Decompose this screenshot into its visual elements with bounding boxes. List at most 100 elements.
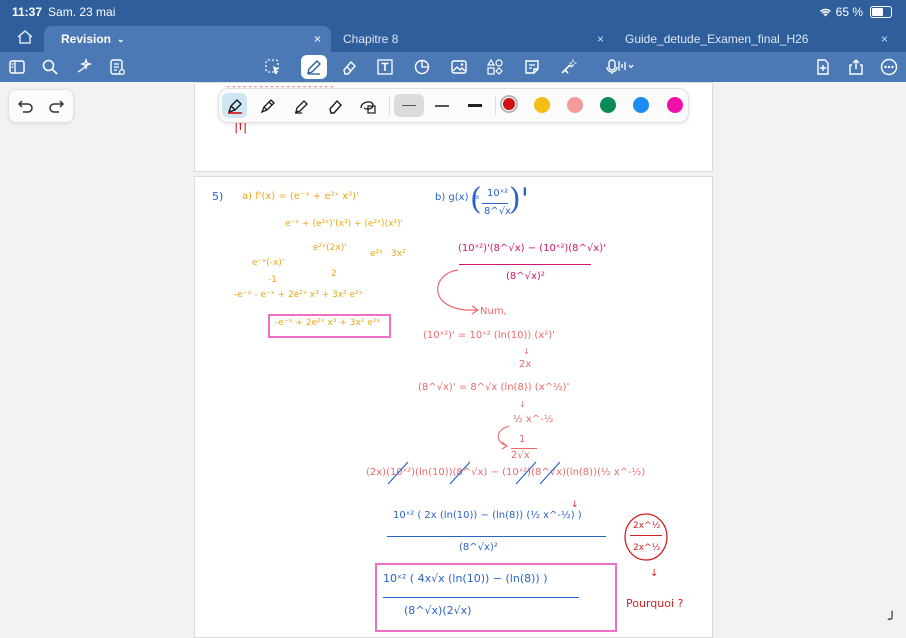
ink-deriv1-sub: 2x [519,359,532,370]
ink-quot-bar [459,264,591,266]
chevron-down-icon[interactable]: ⌄ [117,34,125,45]
tab-revision[interactable]: Revision ⌄ × [44,26,331,52]
ink-side-den: 2x^½ [633,543,661,553]
color-swatch-pink[interactable] [567,97,583,113]
battery-icon [870,6,892,18]
home-icon[interactable] [16,29,36,47]
ink-side-bar [630,535,662,537]
ink-a-2: 2 [331,269,337,279]
ink-side-num: 2x^½ [633,521,661,531]
laser-pointer-icon[interactable] [557,56,579,78]
redo-icon[interactable] [47,96,67,116]
ballpoint-pen-icon[interactable] [255,93,280,118]
status-time-date: 11:37 Sam. 23 mai [12,5,115,19]
ink-final-bar [383,597,579,599]
ink-arrow-down: ↓ [650,568,659,579]
pen-toolbar [218,88,689,123]
status-time: 11:37 [12,5,43,19]
text-tool-icon[interactable] [374,56,396,78]
ink-a-e2x: e²ˣ [370,249,384,259]
ink-deriv2: (8^√x)' = 8^√x (ln(8)) (x^½)' [418,382,570,393]
ink-arrow-curve [497,425,510,450]
close-icon[interactable]: × [881,32,888,46]
ink-cancel-strokes [387,461,561,485]
battery-fill [872,8,884,16]
tab-bar: Revision ⌄ × Chapitre 8 × Guide_detude_E… [0,24,906,52]
ink-b-paren-left: ( [470,182,482,217]
ink-fact-bar [387,536,606,538]
ink-side-question: Pourquoi ? [626,597,684,610]
status-bar: 11:37 Sam. 23 mai 65 % [0,0,906,24]
battery-percent: 65 % [835,5,863,19]
pen-toolbar-divider [495,96,496,115]
ink-a-line-sum: -e⁻ˣ - e⁻ˣ + 2e²ˣ x³ + 3x² e²ˣ [234,290,363,300]
color-swatch-red[interactable] [503,98,515,110]
tab-guide[interactable]: Guide_detude_Examen_final_H26 × [625,26,895,52]
scroll-indicator-icon: ╯ [888,612,897,628]
wifi-icon [819,8,831,17]
add-page-icon[interactable] [812,56,834,78]
ink-b-paren-right: )' [509,182,529,217]
tab-label-guide: Guide_detude_Examen_final_H26 [625,32,809,46]
status-date: Sam. 23 mai [48,5,116,19]
tab-label-chapitre: Chapitre 8 [343,32,399,46]
undo-redo-panel [8,89,74,123]
ink-arrow-num [437,269,480,315]
ink-quot-num: (10ˣ²)'(8^√x) − (10ˣ²)(8^√x)' [458,243,606,254]
color-swatch-yellow[interactable] [534,97,550,113]
ink-quot-den: (8^√x)² [506,271,545,282]
more-options-icon[interactable] [878,56,900,78]
ink-final-den: (8^√x)(2√x) [404,604,472,617]
lasso-select-icon[interactable] [355,93,380,118]
ink-arrow-down: ↓ [523,347,530,356]
pen-toolbar-divider [389,96,390,115]
highlighter-icon[interactable] [289,93,314,118]
ink-b-frac-den: 8^√x [484,206,512,217]
color-swatch-green[interactable] [600,97,616,113]
tab-chapitre-8[interactable]: Chapitre 8 × [343,26,613,52]
shapes-icon[interactable] [411,56,433,78]
ink-num-label: Num, [480,306,507,317]
ink-a-m1: -1 [268,275,277,285]
close-icon[interactable]: × [314,32,321,46]
ink-part-a: a) f'(x) = (e⁻ˣ + e²ˣ x³)' [242,191,359,202]
ink-b-frac-bar [482,203,508,205]
ai-sparkle-icon[interactable] [73,56,95,78]
image-icon[interactable] [448,56,470,78]
elements-icon[interactable] [484,56,506,78]
microphone-icon[interactable] [603,56,637,78]
document-settings-icon[interactable] [106,56,128,78]
ink-deriv2-sub: ½ x^-½ [513,414,554,425]
ink-a-result: -e⁻ˣ + 2e²ˣ x³ + 3x² e²ˣ [275,318,381,328]
ink-deriv1: (10ˣ²)' = 10ˣ² (ln(10)) (x²)' [423,330,555,341]
color-swatch-magenta[interactable] [667,97,683,113]
ink-fact-num: 10ˣ² ( 2x (ln(10)) − (ln(8)) (½ x^-½) ) [393,510,582,521]
eraser-tool-icon[interactable] [322,93,347,118]
status-right: 65 % [819,5,892,19]
ink-final-num: 10ˣ² ( 4x√x (ln(10)) − (ln(8)) ) [383,572,548,585]
fountain-pen-icon[interactable] [222,93,247,118]
ink-fact-den: (8^√x)² [459,542,498,553]
search-icon[interactable] [39,56,61,78]
thickness-thin[interactable] [394,94,424,117]
thickness-medium[interactable] [427,94,457,117]
ink-deriv2-sub2-num: 1 [519,434,526,445]
sidebar-icon[interactable] [6,56,28,78]
sticky-note-icon[interactable] [521,56,543,78]
undo-icon[interactable] [15,96,35,116]
ink-question-number: 5) [212,190,224,203]
ink-a-e2x2x: e²ˣ(2x)' [313,243,347,253]
share-icon[interactable] [845,56,867,78]
tab-label-revision: Revision [61,32,112,46]
color-swatch-blue[interactable] [633,97,649,113]
thickness-thick[interactable] [460,94,490,117]
close-icon[interactable]: × [597,32,604,46]
pen-tool-icon[interactable] [301,55,327,79]
ink-a-emx: e⁻ˣ(-x)' [252,258,285,268]
eraser-icon[interactable] [338,56,360,78]
ink-red-mark: ↓ [571,500,579,510]
lasso-icon[interactable] [262,56,284,78]
ink-a-3x2: 3x² [391,249,406,259]
ink-a-line1: e⁻ˣ + (e²ˣ)'(x³) + (e²ˣ)(x³)' [285,219,403,229]
ink-arrow-down: ↓ [519,400,526,409]
